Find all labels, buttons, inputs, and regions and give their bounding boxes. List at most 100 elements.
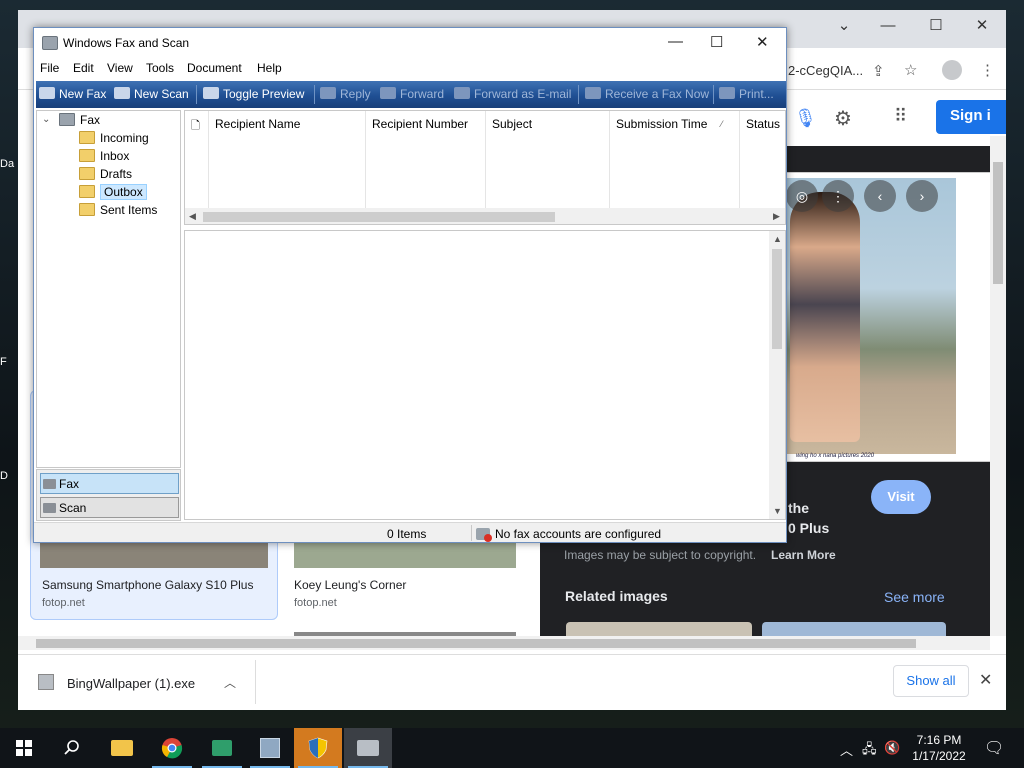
next-icon[interactable]: ›: [906, 180, 938, 212]
scroll-up-icon[interactable]: ▲: [773, 234, 782, 244]
related-thumbnail[interactable]: [762, 622, 946, 636]
download-file-name[interactable]: BingWallpaper (1).exe: [67, 676, 195, 691]
page-scrollbar-hthumb[interactable]: [36, 639, 916, 648]
tree-root-fax[interactable]: Fax: [59, 113, 100, 127]
tree-root-label: Fax: [80, 113, 101, 127]
star-icon[interactable]: ☆: [904, 61, 917, 79]
maximize-icon[interactable]: ☐: [916, 12, 956, 38]
system-clock[interactable]: 7:16 PM 1/17/2022: [906, 732, 972, 764]
menu-help[interactable]: Help: [257, 61, 282, 75]
result-card-source: fotop.net: [42, 597, 85, 609]
share-icon[interactable]: ⇪: [872, 62, 885, 80]
column-status[interactable]: Status: [740, 111, 787, 211]
apps-grid-icon[interactable]: ⠿: [894, 106, 907, 127]
chevron-down-icon[interactable]: ⌄: [42, 114, 50, 125]
sign-in-button[interactable]: Sign i: [936, 100, 1006, 134]
lens-search-icon[interactable]: ◎: [786, 180, 818, 212]
tree-item-incoming[interactable]: Incoming: [79, 131, 149, 145]
toggle-preview-button[interactable]: Toggle Preview: [203, 87, 304, 101]
chrome-icon[interactable]: [148, 728, 196, 768]
result-card-image[interactable]: [294, 540, 516, 568]
toolbar-separator: [196, 85, 197, 104]
lens-icon[interactable]: ⚙: [834, 106, 852, 131]
notifications-icon[interactable]: 🗨: [984, 738, 1004, 758]
menu-edit[interactable]: Edit: [73, 61, 94, 75]
minimize-icon[interactable]: —: [668, 33, 683, 50]
menu-document[interactable]: Document: [187, 61, 242, 75]
show-all-button[interactable]: Show all: [893, 665, 969, 697]
menu-view[interactable]: View: [107, 61, 133, 75]
result-card-source: fotop.net: [294, 597, 337, 609]
more-options-icon[interactable]: ⋮: [822, 180, 854, 212]
fax-scan-taskbar-icon[interactable]: [344, 728, 392, 768]
message-list: 🗋 Recipient Name Recipient Number Subjec…: [184, 110, 786, 225]
column-subject[interactable]: Subject: [486, 111, 610, 211]
forward-button[interactable]: Forward: [380, 87, 444, 101]
close-icon[interactable]: ✕: [756, 33, 769, 51]
chevron-down-icon[interactable]: ⌄: [824, 12, 864, 38]
more-menu-icon[interactable]: ⋮: [980, 61, 995, 79]
preview-scrollbar-thumb[interactable]: [772, 249, 782, 349]
tree-item-inbox[interactable]: Inbox: [79, 149, 129, 163]
result-card-title[interactable]: Samsung Smartphone Galaxy S10 Plus: [42, 578, 253, 592]
windows-start-icon[interactable]: [0, 728, 48, 768]
see-more-link[interactable]: See more: [884, 589, 945, 605]
installer-icon[interactable]: [246, 728, 294, 768]
scroll-right-icon[interactable]: ▶: [773, 211, 780, 222]
reply-icon: [320, 87, 336, 99]
column-recipient-number[interactable]: Recipient Number: [366, 111, 486, 211]
volume-muted-icon[interactable]: 🔇: [884, 740, 900, 756]
tree-item-outbox[interactable]: Outbox: [79, 184, 147, 200]
nav-scan-label: Scan: [59, 501, 87, 515]
minimize-icon[interactable]: —: [868, 12, 908, 38]
print-button[interactable]: Print...: [719, 87, 774, 101]
receive-fax-button[interactable]: Receive a Fax Now: [585, 87, 709, 101]
title-bar[interactable]: Windows Fax and Scan — ☐ ✕: [34, 28, 786, 58]
list-scrollbar-thumb[interactable]: [203, 212, 555, 222]
result-card-title[interactable]: Koey Leung's Corner: [294, 578, 406, 592]
nav-fax-button[interactable]: Fax: [40, 473, 179, 494]
search-icon[interactable]: [48, 728, 96, 768]
network-icon[interactable]: 🖧: [862, 740, 877, 762]
tree-item-sent[interactable]: Sent Items: [79, 203, 157, 217]
related-images-title: Related images: [565, 588, 668, 604]
reply-button[interactable]: Reply: [320, 87, 371, 101]
related-thumbnail[interactable]: [566, 622, 752, 636]
column-recipient-name[interactable]: Recipient Name: [209, 111, 366, 211]
result-card-image[interactable]: [40, 540, 268, 568]
nav-scan-button[interactable]: Scan: [40, 497, 179, 518]
tree-item-drafts[interactable]: Drafts: [79, 167, 132, 181]
address-text[interactable]: 2-cCegQIA...: [788, 63, 863, 78]
reply-label: Reply: [340, 87, 371, 101]
mic-icon[interactable]: 🎙: [794, 108, 817, 129]
window-title: Windows Fax and Scan: [63, 36, 190, 50]
exe-file-icon: [38, 674, 54, 690]
chevron-up-icon[interactable]: ︿: [840, 740, 853, 759]
learn-more-link[interactable]: Learn More: [771, 548, 836, 562]
file-explorer-icon[interactable]: [98, 728, 146, 768]
menu-file[interactable]: File: [40, 61, 59, 75]
folder-icon: [79, 149, 95, 162]
close-icon[interactable]: ✕: [979, 670, 992, 690]
folder-icon: [79, 203, 95, 216]
new-scan-button[interactable]: New Scan: [114, 87, 189, 101]
scroll-down-icon[interactable]: ▼: [773, 506, 782, 516]
visit-button[interactable]: Visit: [871, 480, 931, 514]
new-fax-button[interactable]: New Fax: [39, 87, 106, 101]
nav-fax-label: Fax: [59, 477, 80, 491]
scroll-left-icon[interactable]: ◀: [189, 211, 196, 222]
column-attachment-icon[interactable]: 🗋: [185, 111, 209, 211]
chevron-up-icon[interactable]: ︿: [224, 674, 236, 691]
maximize-icon[interactable]: ☐: [710, 33, 723, 51]
drafts-icon: [79, 167, 95, 180]
app-icon-green[interactable]: [198, 728, 246, 768]
page-scrollbar-thumb[interactable]: [993, 162, 1003, 284]
close-icon[interactable]: ✕: [962, 12, 1002, 38]
previous-icon[interactable]: ‹: [864, 180, 896, 212]
email-icon: [454, 87, 470, 99]
profile-avatar[interactable]: [942, 60, 962, 80]
menu-tools[interactable]: Tools: [146, 61, 174, 75]
tree-item-label: Drafts: [100, 167, 133, 181]
uac-shield-icon[interactable]: [294, 728, 342, 768]
forward-email-button[interactable]: Forward as E-mail: [454, 87, 571, 101]
